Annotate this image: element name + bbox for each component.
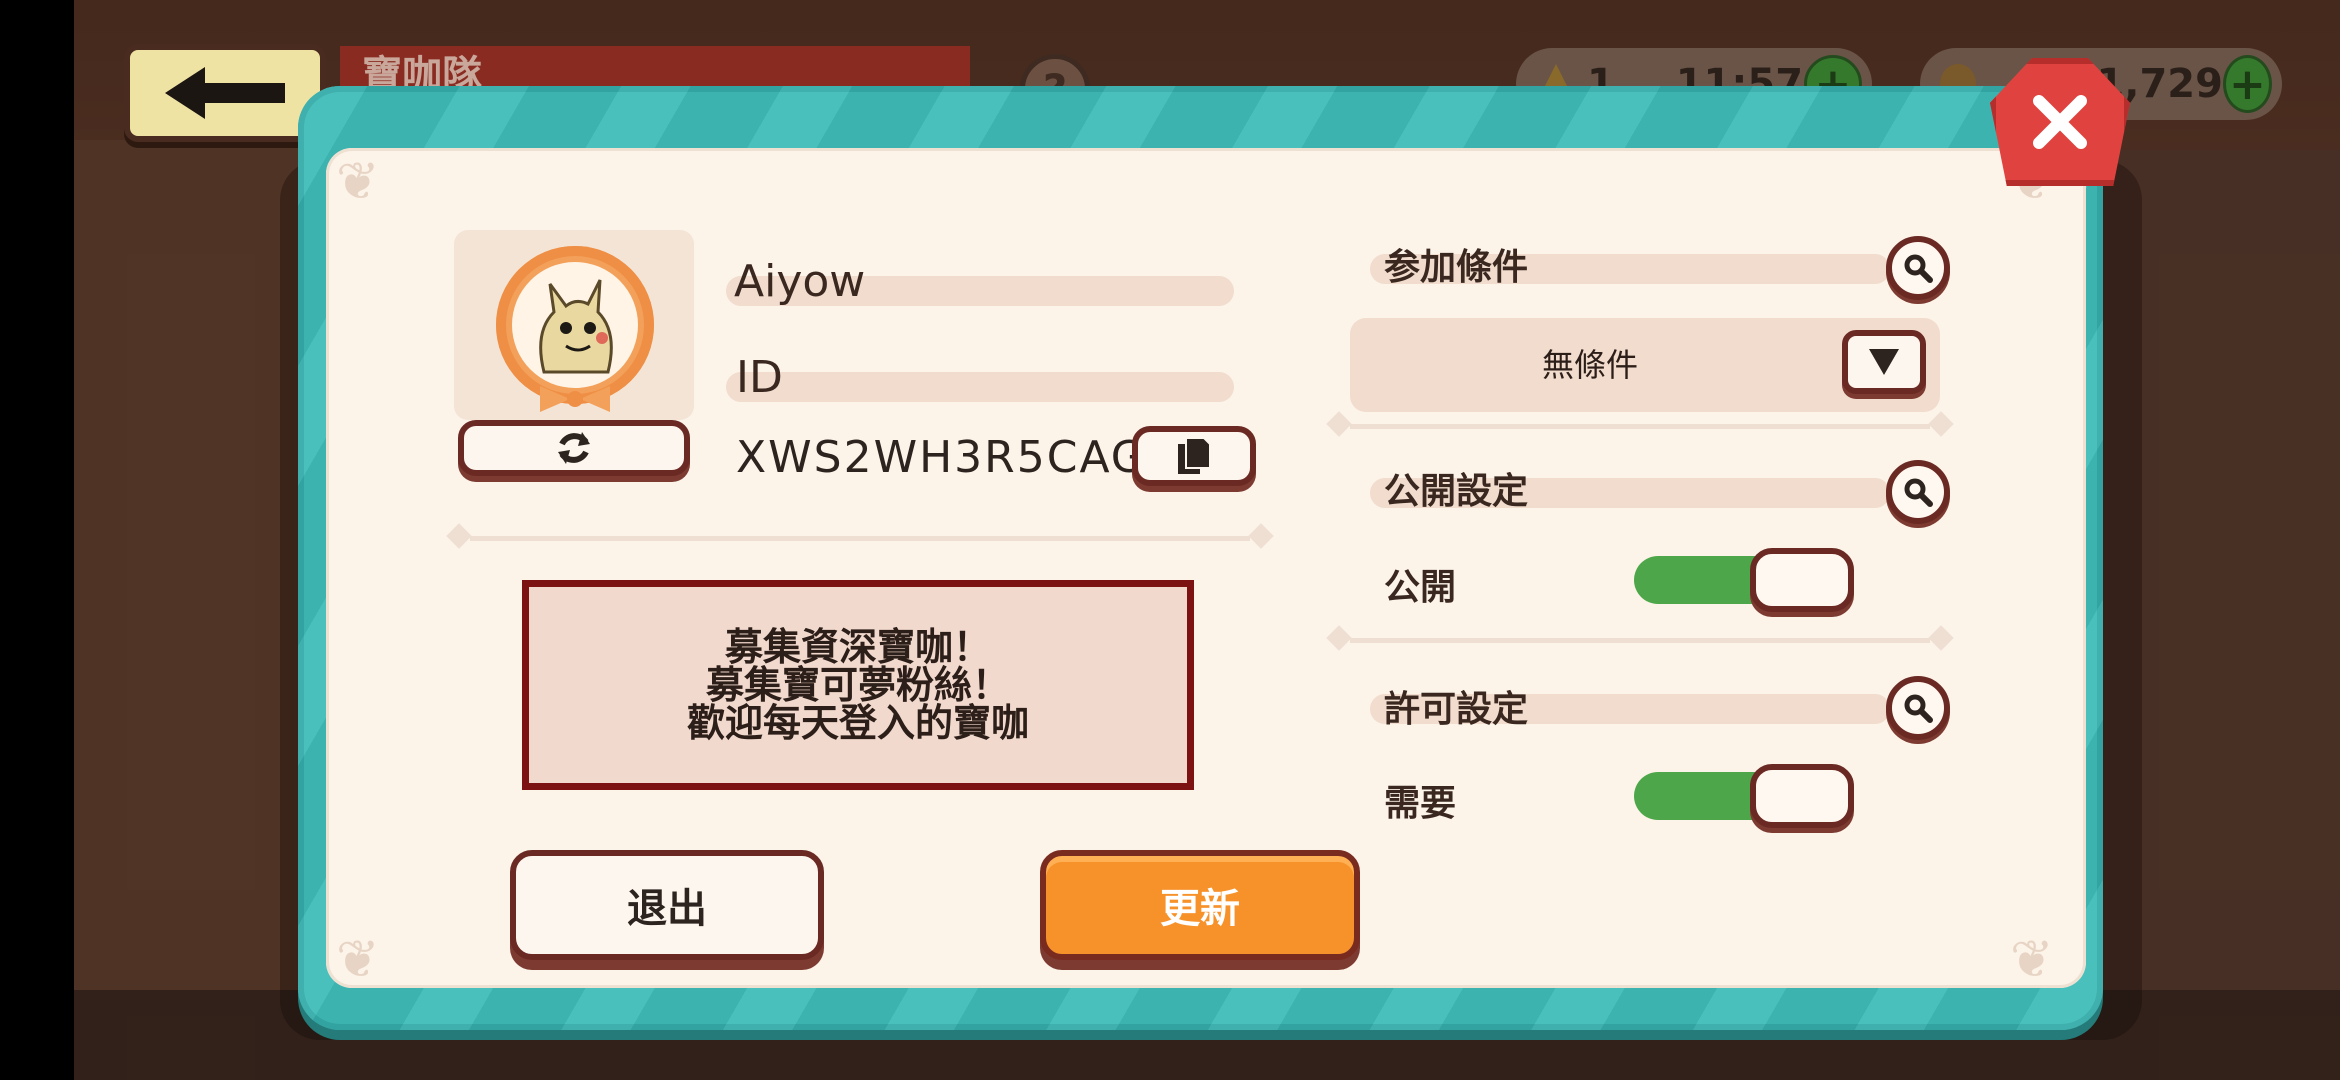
permission-toggle[interactable]	[1634, 764, 1854, 828]
copy-id-button[interactable]	[1132, 426, 1256, 486]
permission-label: 許可設定	[1384, 689, 1529, 730]
join-condition-info-button[interactable]	[1886, 236, 1950, 300]
copy-icon	[1178, 437, 1211, 474]
visibility-info-button[interactable]	[1886, 460, 1950, 524]
join-condition-value: 無條件	[1541, 346, 1638, 384]
divider	[470, 536, 1250, 541]
add-coins-button[interactable]: +	[2222, 55, 2272, 113]
message-line: 募集寶可夢粉絲！	[705, 663, 1010, 707]
refresh-icon	[558, 432, 590, 464]
join-condition-dropdown-arrow[interactable]	[1842, 330, 1926, 394]
back-button[interactable]	[124, 44, 326, 142]
chevron-down-icon	[1869, 349, 1899, 375]
search-icon	[1904, 694, 1933, 723]
mimikyu-icon	[539, 279, 613, 374]
visibility-toggle[interactable]	[1634, 548, 1854, 612]
message-line: 募集資深寶咖！	[724, 625, 991, 669]
avatar	[496, 246, 654, 404]
corner-ornament-icon: ❦	[2010, 930, 2054, 990]
back-arrow-icon	[165, 67, 285, 119]
divider	[1350, 424, 1930, 429]
join-condition-label: 参加條件	[1384, 247, 1529, 288]
search-icon	[1904, 478, 1933, 507]
divider	[1350, 638, 1930, 643]
close-icon	[2033, 95, 2087, 149]
id-label: ID	[736, 352, 783, 403]
bow-icon	[540, 386, 610, 412]
player-name: Aiyow	[734, 256, 866, 307]
visibility-label: 公開設定	[1384, 471, 1529, 512]
update-button[interactable]: 更新	[1040, 850, 1360, 960]
id-value: XWS2WH3R5CAG	[736, 432, 1147, 483]
id-field-bar	[726, 372, 1234, 402]
message-line: 歡迎每天登入的寶咖	[686, 701, 1029, 745]
exit-button-label: 退出	[627, 886, 707, 932]
update-button-label: 更新	[1160, 886, 1240, 932]
exit-button[interactable]: 退出	[510, 850, 824, 960]
change-avatar-button[interactable]	[458, 420, 690, 476]
search-icon	[1904, 254, 1933, 283]
corner-ornament-icon: ❦	[336, 930, 380, 990]
visibility-value: 公開	[1384, 567, 1457, 608]
permission-value: 需要	[1384, 783, 1457, 824]
team-message-box[interactable]: 募集資深寶咖！ 募集寶可夢粉絲！ 歡迎每天登入的寶咖	[522, 580, 1194, 790]
corner-ornament-icon: ❦	[336, 152, 380, 212]
permission-info-button[interactable]	[1886, 676, 1950, 740]
